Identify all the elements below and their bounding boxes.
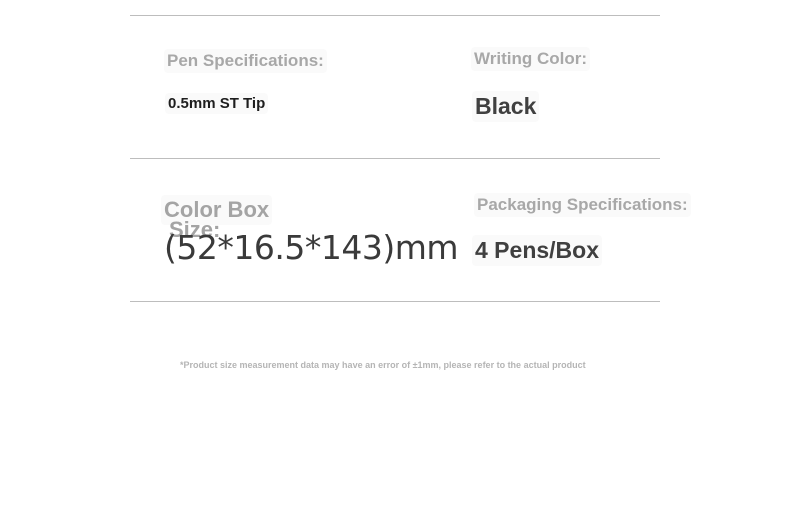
writing-color-value: Black — [472, 91, 540, 122]
measurement-disclaimer: *Product size measurement data may have … — [180, 360, 586, 370]
bottom-divider — [130, 301, 660, 302]
top-divider — [130, 15, 660, 16]
packaging-specifications-label: Packaging Specifications: — [474, 193, 691, 217]
writing-color-label: Writing Color: — [471, 47, 590, 71]
pen-specifications-value: 0.5mm ST Tip — [165, 93, 269, 114]
middle-divider — [130, 158, 660, 159]
color-box-size-value: (52*16.5*143)mm — [164, 228, 459, 267]
packaging-specifications-value: 4 Pens/Box — [472, 235, 602, 266]
pen-specifications-label: Pen Specifications: — [164, 49, 327, 73]
